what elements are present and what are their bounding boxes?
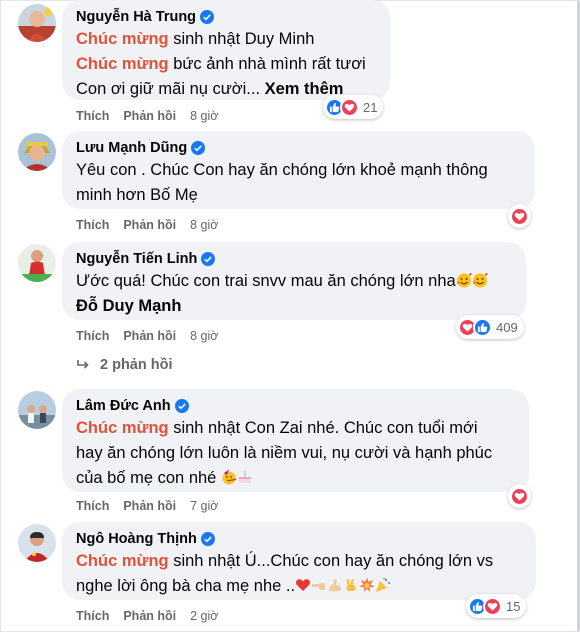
commenter-name[interactable]: Lâm Đức Anh [76,396,171,416]
comment-text-line: của bố mẹ con nhé [76,466,515,491]
commenter-name[interactable]: Nguyễn Tiến Linh [76,249,197,269]
victory-hand-icon [346,578,356,591]
view-replies-link[interactable]: 2 phản hồi [76,357,173,373]
avatar[interactable] [18,4,56,42]
party-popper-icon [376,578,391,592]
love-icon [340,97,359,117]
verified-badge-icon [191,141,206,155]
replies-count-label: 2 phản hồi [100,357,173,373]
comment-timestamp[interactable]: 2 giờ [190,609,218,623]
comment-timestamp[interactable]: 8 giờ [190,329,218,343]
comment-actions: Thích Phản hồi 7 giờ [76,499,218,513]
avatar[interactable] [18,391,56,429]
comment-text-line: Yêu con . Chúc Con hay ăn chóng lớn khoẻ… [76,161,488,179]
avatar[interactable] [18,524,56,562]
hashtag-link[interactable]: Chúc mừng [76,30,169,48]
commenter-name[interactable]: Ngô Hoàng Thịnh [76,529,197,549]
love-icon [510,486,529,506]
reaction-count: 21 [363,99,378,115]
verified-badge-icon [200,532,215,546]
commenter-name[interactable]: Lưu Mạnh Dũng [76,138,187,158]
reaction-count: 15 [506,598,521,614]
comment-bubble: Lưu Mạnh Dũng Yêu con . Chúc Con hay ăn … [62,131,535,209]
comment-text-line: Chúc mừng sinh nhật Ú...Chúc con hay ăn … [76,552,494,570]
love-icon [510,206,529,226]
like-button[interactable]: Thích [76,109,109,123]
verified-badge-icon [174,399,189,413]
hashtag-link[interactable]: Chúc mừng [76,552,169,570]
verified-badge-icon [200,10,215,24]
comment-bubble: Lâm Đức Anh Chúc mừng sinh nhật Con Zai … [62,389,529,492]
comment-bubble: Nguyễn Tiến Linh Ước quá! Chúc con trai … [62,242,526,320]
smiling-face-with-hearts-icon [456,273,472,288]
like-button[interactable]: Thích [76,218,109,232]
backhand-index-left-icon [312,583,326,590]
comment-actions: Thích Phản hồi 8 giờ [76,109,218,123]
comment-text-line: Chúc mừng sinh nhật Duy Minh [76,30,315,48]
reply-button[interactable]: Phản hồi [123,109,176,123]
birthday-cake-icon [238,470,251,483]
reaction-summary[interactable] [508,484,531,508]
red-heart-icon [296,579,311,591]
comment-actions: Thích Phản hồi 2 giờ [76,609,218,623]
reply-button[interactable]: Phản hồi [123,499,176,513]
commenter-name[interactable]: Nguyễn Hà Trung [76,7,196,27]
partying-face-icon [222,469,237,485]
comment-bubble: Nguyễn Hà Trung Chúc mừng sinh nhật Duy … [62,0,390,100]
reply-arrow-icon [77,360,89,369]
reaction-count: 409 [496,319,518,335]
comment-text-line: Chúc mừng bức ảnh nhà mình rất tươi [76,55,366,73]
comment-text-line: Đỗ Duy Mạnh [76,294,512,319]
comment-text-line: hay ăn chóng lớn luôn là niềm vui, nụ cư… [76,444,493,462]
verified-badge-icon [201,252,216,266]
flexed-biceps-icon [329,579,342,592]
reaction-summary[interactable] [508,204,531,228]
hashtag-link[interactable]: Chúc mừng [76,419,169,437]
reaction-summary[interactable]: 15 [466,594,527,618]
reply-button[interactable]: Phản hồi [123,218,176,232]
like-button[interactable]: Thích [76,329,109,343]
reply-button[interactable]: Phản hồi [123,329,176,343]
comment-text-line: Ước quá! Chúc con trai snvv mau ăn chóng… [76,269,512,294]
comment-actions: Thích Phản hồi 8 giờ [76,329,218,343]
comment-text-line: minh hơn Bố Mẹ [76,186,198,204]
comment-bubble: Ngô Hoàng Thịnh Chúc mừng sinh nhật Ú...… [62,522,536,600]
hashtag-link[interactable]: Chúc mừng [76,55,169,73]
love-icon [483,596,502,616]
avatar[interactable] [18,244,56,282]
avatar[interactable] [18,133,56,171]
like-button[interactable]: Thích [76,499,109,513]
reply-button[interactable]: Phản hồi [123,609,176,623]
comment-actions: Thích Phản hồi 8 giờ [76,218,218,232]
collision-icon [359,577,375,592]
reaction-summary[interactable]: 21 [323,95,384,119]
smiling-face-with-hearts-icon [472,273,488,288]
reaction-summary[interactable]: 409 [456,315,524,339]
comment-timestamp[interactable]: 8 giờ [190,218,218,232]
comment-text-line: nghe lời ông bà cha mẹ nhe .. [76,574,522,599]
comment-text-line: Chúc mừng sinh nhật Con Zai nhé. Chúc co… [76,419,478,437]
mentioned-user-link[interactable]: Đỗ Duy Mạnh [76,297,181,315]
like-button[interactable]: Thích [76,609,109,623]
comment-timestamp[interactable]: 7 giờ [190,499,218,513]
like-icon [473,317,492,337]
comment-timestamp[interactable]: 8 giờ [190,109,218,123]
